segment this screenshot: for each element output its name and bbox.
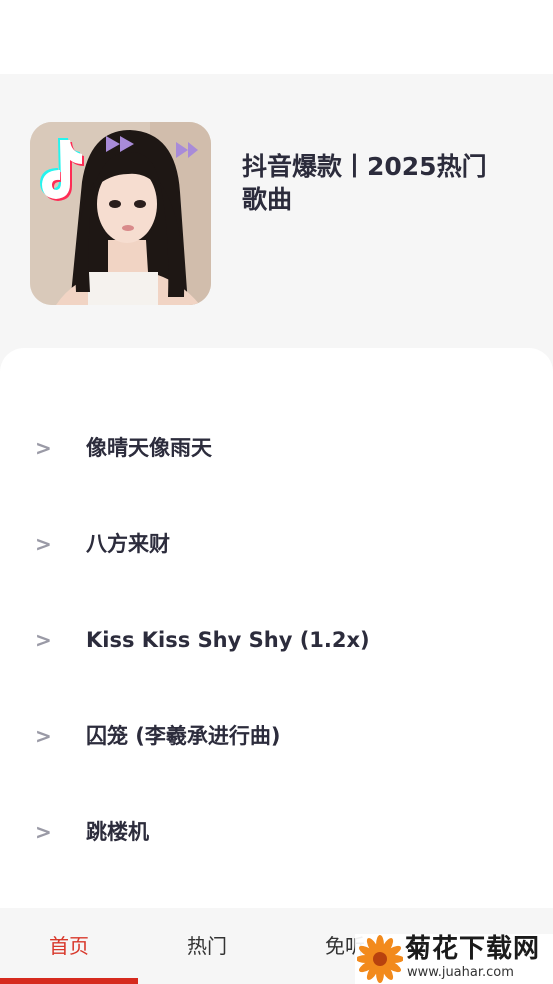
chevron-right-icon: >	[35, 532, 52, 556]
song-name: 跳楼机	[86, 820, 149, 844]
chevron-right-icon: >	[35, 436, 52, 460]
tab-home[interactable]: 首页	[0, 908, 138, 984]
song-name: 像晴天像雨天	[86, 436, 212, 460]
chevron-right-icon: >	[35, 628, 52, 652]
playlist-cover-image[interactable]	[30, 122, 211, 305]
song-list: > 像晴天像雨天 > 八方来财 > Kiss Kiss Shy Shy (1.2…	[0, 348, 553, 908]
status-bar	[0, 0, 553, 74]
watermark-url: www.juahar.com	[407, 965, 514, 980]
song-row[interactable]: > 囚笼 (李羲承进行曲)	[0, 700, 553, 772]
tab-hot[interactable]: 热门	[138, 908, 276, 984]
tab-label: 首页	[49, 934, 89, 958]
active-tab-indicator	[0, 978, 138, 984]
playlist-title: 抖音爆款丨2025热门歌曲	[242, 152, 487, 214]
song-row[interactable]: > 跳楼机	[0, 796, 553, 868]
song-name: 八方来财	[86, 532, 170, 556]
site-watermark: 菊花下载网 www.juahar.com	[355, 934, 553, 984]
chevron-right-icon: >	[35, 820, 52, 844]
tab-label: 热门	[187, 934, 227, 958]
playlist-header: 抖音爆款丨2025热门歌曲	[0, 74, 553, 374]
song-name: Kiss Kiss Shy Shy (1.2x)	[86, 628, 370, 652]
watermark-site-name: 菊花下载网	[405, 934, 541, 964]
chrysanthemum-flower-icon	[357, 935, 403, 983]
cover-illustration	[30, 122, 211, 305]
song-row[interactable]: > 像晴天像雨天	[0, 412, 553, 484]
song-row[interactable]: > 八方来财	[0, 508, 553, 580]
song-name: 囚笼 (李羲承进行曲)	[86, 724, 281, 748]
song-row[interactable]: > Kiss Kiss Shy Shy (1.2x)	[0, 604, 553, 676]
chevron-right-icon: >	[35, 724, 52, 748]
